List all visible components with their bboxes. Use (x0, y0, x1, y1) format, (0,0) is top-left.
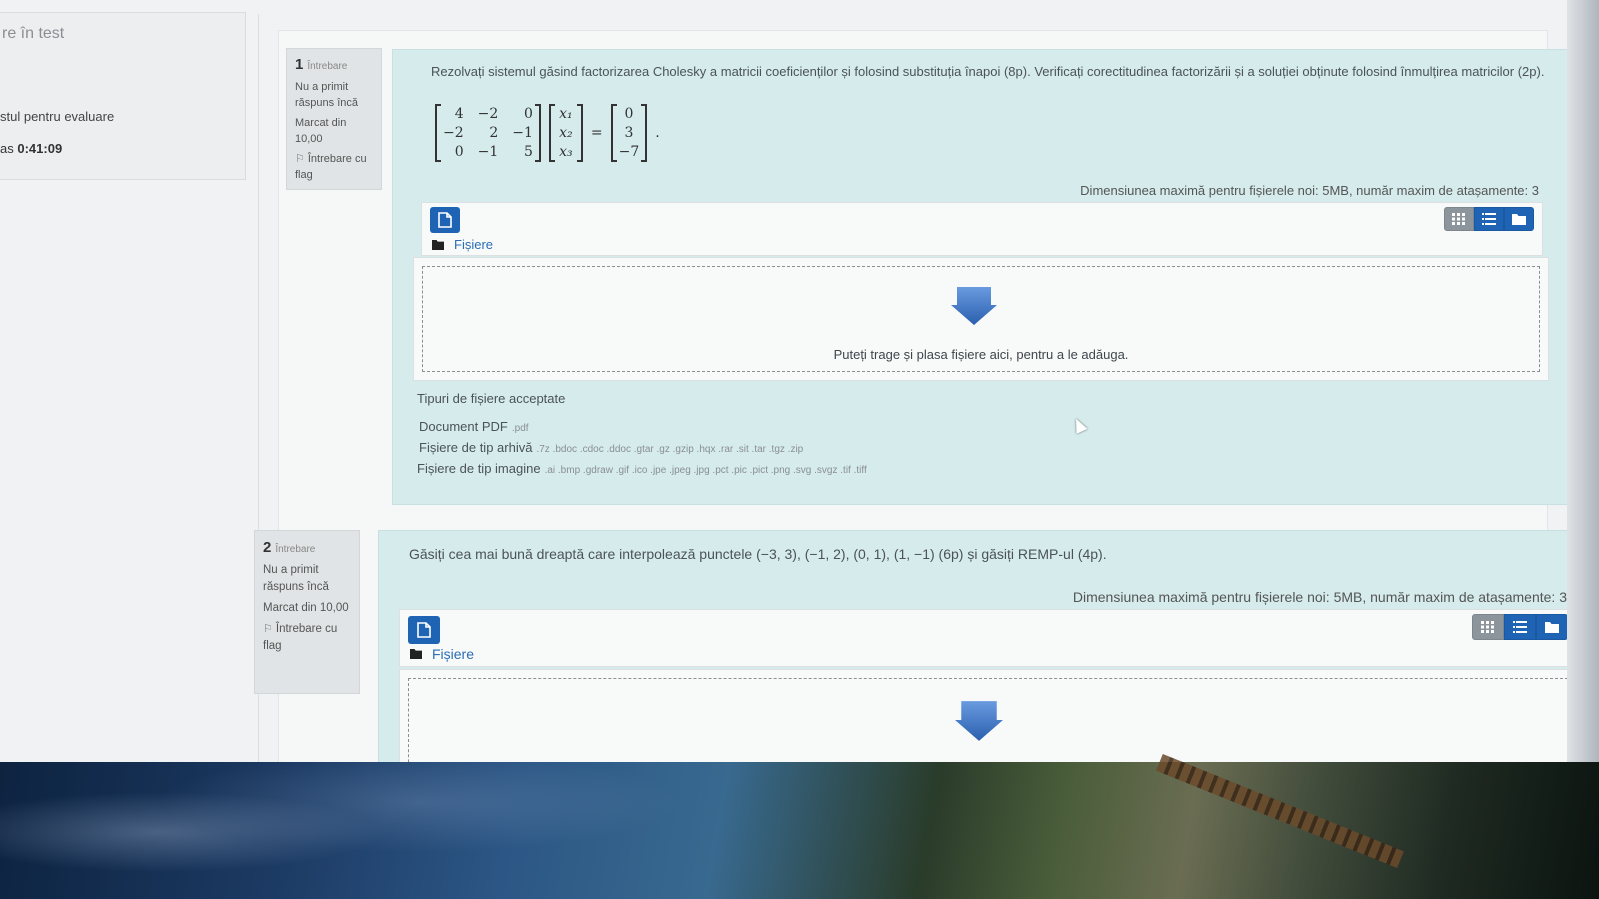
vector-cell: x₂ (559, 125, 573, 141)
question-1-text: Rezolvați sistemul găsind factorizarea C… (431, 64, 1545, 79)
files-breadcrumb[interactable]: Fișiere (410, 646, 474, 662)
flag-label: Întrebare cu flag (295, 153, 367, 181)
list-icon (1513, 621, 1527, 633)
view-grid-button[interactable] (1444, 207, 1474, 231)
type-extensions: .7z .bdoc .cdoc .ddoc .gtar .gz .gzip .h… (536, 444, 804, 455)
filemanager-toolbar: Fișiere (399, 609, 1577, 667)
view-list-button[interactable] (1504, 614, 1536, 640)
question-state: Nu a primit răspuns încă (295, 81, 358, 109)
wallpaper-clouds (0, 762, 700, 899)
dropzone-border: Puteți trage și plasa fișiere aici, pent… (422, 266, 1540, 372)
max-size-note: Dimensiunea maximă pentru fișierele noi:… (1080, 183, 1539, 198)
matrix-cell: 0 (524, 106, 533, 122)
question-grade: Marcat din 10,00 (295, 117, 347, 145)
grid-icon (1452, 213, 1465, 225)
view-tree-button[interactable] (1504, 207, 1534, 231)
matrix-cell: −1 (512, 125, 533, 141)
question-word: Întrebare (275, 544, 316, 555)
files-breadcrumb[interactable]: Fișiere (432, 237, 493, 252)
files-label: Fișiere (454, 237, 494, 252)
arrow-down-icon (955, 701, 1003, 741)
folder-icon (410, 649, 422, 659)
vector-cell: −7 (618, 144, 640, 160)
vector-cell: 0 (624, 106, 634, 122)
type-archive: Fișiere de tip arhivă .7z .bdoc .cdoc .dd… (419, 440, 803, 455)
accepted-types-title: Tipuri de fișiere acceptate (417, 391, 566, 406)
monitor-edge (1567, 0, 1599, 770)
dropzone-text: Puteți trage și plasa fișiere aici, pent… (833, 347, 1129, 362)
add-file-button[interactable] (408, 616, 440, 644)
coefficient-matrix: 4 −2 0 −2 2 −1 0 −1 5 (435, 104, 541, 162)
type-image: Fișiere de tip imagine .ai .bmp .gdraw .g… (417, 461, 867, 476)
matrix-cell: −1 (477, 144, 499, 160)
matrix-cell: 0 (454, 144, 464, 160)
folder-icon (1545, 622, 1559, 633)
unknowns-vector: x₁ x₂ x₃ (548, 104, 583, 162)
max-size-note: Dimensiunea maximă pentru fișierele noi:… (1072, 589, 1567, 605)
equals-sign: = (590, 125, 603, 141)
time-value: 0:41:09 (17, 141, 63, 156)
type-label: Fișiere de tip imagine (417, 461, 541, 476)
file-add-icon (438, 212, 452, 228)
question-number: 2 (263, 539, 272, 556)
vector-cell: 3 (624, 125, 634, 141)
question-2-text: Găsiți cea mai bună dreaptă care interpo… (409, 546, 1107, 562)
file-dropzone[interactable] (399, 669, 1577, 770)
browser-screen: re în test stul pentru evaluare as 0:41:… (0, 0, 1599, 770)
finish-review-link[interactable]: stul pentru evaluare (0, 109, 114, 124)
matrix-cell: 5 (524, 144, 533, 160)
time-prefix: as (0, 141, 14, 156)
view-mode-switcher (1444, 207, 1534, 231)
filemanager-toolbar: Fișiere (421, 202, 1543, 256)
wallpaper-bridge (1156, 753, 1404, 869)
file-dropzone[interactable]: Puteți trage și plasa fișiere aici, pent… (413, 257, 1549, 381)
add-file-button[interactable] (430, 207, 460, 233)
question-number: 1 (295, 56, 304, 73)
question-word: Întrebare (307, 61, 348, 72)
question-1-info: 1 Întrebare Nu a primit răspuns încă Marc… (286, 48, 382, 190)
flag-icon: ⚐ (295, 153, 305, 165)
period: . (655, 125, 660, 141)
vector-cell: x₁ (559, 106, 573, 122)
folder-icon (432, 239, 444, 250)
type-label: Fișiere de tip arhivă (419, 440, 533, 455)
dropzone-border (408, 678, 1568, 770)
question-state: Nu a primit răspuns încă (263, 564, 329, 593)
view-tree-button[interactable] (1536, 614, 1568, 640)
files-label: Fișiere (432, 646, 475, 662)
mouse-cursor (1070, 416, 1088, 434)
view-mode-switcher (1472, 614, 1568, 640)
flag-question-toggle[interactable]: ⚐ Întrebare cu flag (263, 621, 351, 655)
type-pdf: Document PDF .pdf (419, 419, 529, 434)
view-grid-button[interactable] (1472, 614, 1504, 640)
question-2-info: 2 Întrebare Nu a primit răspuns încă Marc… (254, 530, 360, 694)
type-extensions: .pdf (511, 423, 529, 434)
matrix-cell: 2 (489, 125, 499, 141)
file-add-icon (417, 622, 431, 638)
quiz-nav-title: re în test (2, 25, 65, 42)
folder-icon (1512, 214, 1526, 225)
quiz-navigation-block: re în test stul pentru evaluare as 0:41:… (0, 12, 246, 180)
question-grade: Marcat din 10,00 (263, 602, 349, 614)
time-remaining: as 0:41:09 (0, 141, 62, 156)
list-icon (1482, 213, 1496, 225)
arrow-down-icon (951, 287, 997, 325)
matrix-cell: −2 (477, 106, 499, 122)
equation-system: 4 −2 0 −2 2 −1 0 −1 5 x₁ x₂ x₃ = 0 3 −7 … (435, 104, 660, 162)
flag-question-toggle[interactable]: ⚐ Întrebare cu flag (295, 151, 373, 183)
view-list-button[interactable] (1474, 207, 1504, 231)
rhs-vector: 0 3 −7 (610, 104, 648, 162)
type-label: Document PDF (419, 419, 508, 434)
grid-icon (1481, 621, 1494, 633)
flag-icon: ⚐ (263, 623, 273, 635)
vector-cell: x₃ (559, 144, 573, 160)
flag-label: Întrebare cu flag (263, 623, 338, 652)
type-extensions: .ai .bmp .gdraw .gif .ico .jpe .jpeg .jp… (544, 465, 867, 476)
matrix-cell: −2 (443, 125, 464, 141)
matrix-cell: 4 (454, 106, 464, 122)
question-1-content: Rezolvați sistemul găsind factorizarea C… (392, 49, 1578, 505)
question-2-content: Găsiți cea mai bună dreaptă care interpo… (378, 530, 1588, 770)
desktop-wallpaper (0, 753, 1599, 899)
